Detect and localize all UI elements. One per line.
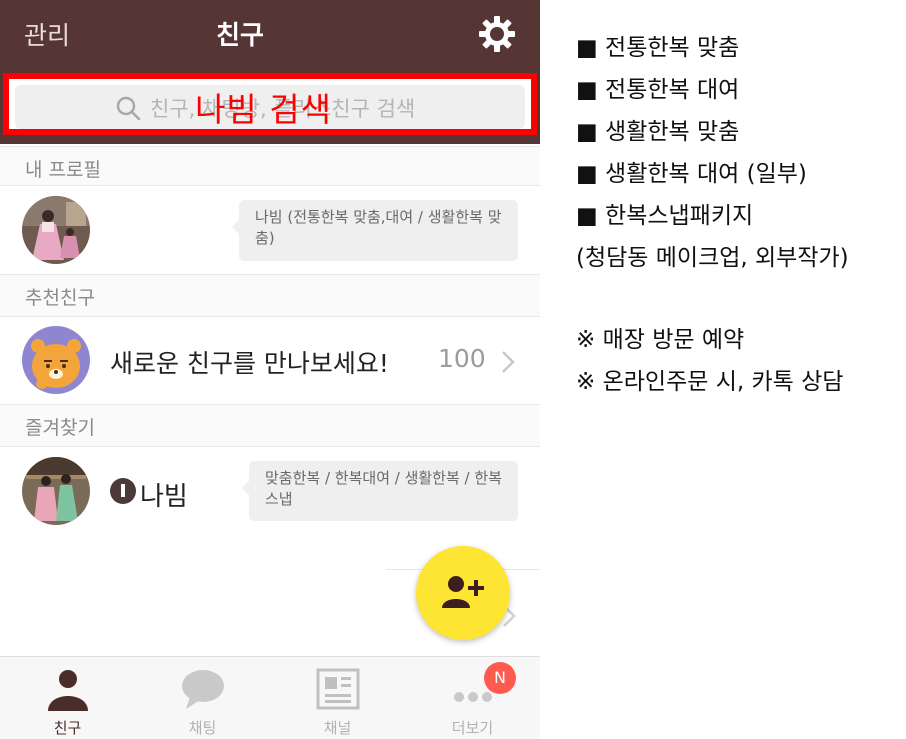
- bottom-nav: 친구 채팅 채널 더보기: [0, 656, 540, 739]
- new-badge: N: [484, 662, 516, 694]
- recommended-avatar[interactable]: [22, 326, 90, 394]
- search-overlay-label: 나빔 검색: [195, 90, 332, 129]
- plus-friend-icon: [110, 478, 136, 504]
- recommend-count: 100: [438, 344, 486, 373]
- favorite-avatar[interactable]: [22, 457, 90, 525]
- section-label: 즐겨찾기: [25, 417, 95, 439]
- service-item: ■ 생활한복 대여 (일부): [576, 161, 807, 187]
- notice-item: ※ 온라인주문 시, 카톡 상담: [576, 369, 844, 395]
- kakaotalk-friends-screen: 관리 친구 친구, 채팅방, 플러스친구 검색 나빔 검색 내 프로필 나빔 (…: [0, 0, 540, 739]
- search-input[interactable]: 친구, 채팅방, 플러스친구 검색 나빔 검색: [15, 85, 525, 129]
- chat-bubble-icon: [182, 670, 224, 709]
- section-favorites: 즐겨찾기: [0, 404, 540, 447]
- favorite-status: 맞춤한복 / 한복대여 / 생활한복 / 한복스냅: [242, 461, 518, 521]
- service-item: ■ 한복스냅패키지: [576, 203, 754, 229]
- service-item: ■ 전통한복 맞춤: [576, 35, 740, 61]
- notice-item: ※ 매장 방문 예약: [576, 327, 745, 353]
- chevron-right-icon[interactable]: [501, 350, 515, 374]
- section-label: 추천친구: [25, 287, 95, 309]
- section-recommended: 추천친구: [0, 274, 540, 317]
- tab-label: 더보기: [451, 719, 494, 737]
- favorite-name[interactable]: 나빔: [140, 476, 188, 513]
- search-area: 친구, 채팅방, 플러스친구 검색 나빔 검색: [0, 70, 540, 144]
- info-panel: ■ 전통한복 맞춤 ■ 전통한복 대여 ■ 생활한복 맞춤 ■ 생활한복 대여 …: [576, 27, 896, 403]
- service-item: ■ 생활한복 맞춤: [576, 119, 740, 145]
- channel-icon: [316, 668, 360, 710]
- add-friend-button[interactable]: [416, 546, 510, 640]
- tab-more[interactable]: 더보기: [405, 657, 540, 739]
- tab-friends[interactable]: 친구: [0, 657, 135, 739]
- gear-icon[interactable]: [477, 14, 517, 54]
- service-item: ■ 전통한복 대여: [576, 77, 740, 103]
- tab-chats[interactable]: 채팅: [135, 657, 270, 739]
- tab-label: 친구: [53, 719, 82, 737]
- recommend-friends-text[interactable]: 새로운 친구를 만나보세요!: [110, 344, 389, 380]
- person-icon: [48, 670, 88, 711]
- screen: 관리 친구 친구, 채팅방, 플러스친구 검색 나빔 검색 내 프로필 나빔 (…: [0, 0, 906, 739]
- service-note: (청담동 메이크업, 외부작가): [576, 245, 849, 271]
- tab-channel[interactable]: 채널: [270, 657, 405, 739]
- my-profile-avatar[interactable]: [22, 196, 90, 264]
- search-highlight-box: 친구, 채팅방, 플러스친구 검색 나빔 검색: [3, 73, 537, 135]
- add-friend-icon: [442, 576, 484, 608]
- tab-label: 채팅: [188, 719, 217, 737]
- section-my-profile: 내 프로필: [0, 146, 540, 186]
- top-bar: 관리 친구: [0, 0, 540, 70]
- my-profile-status: 나빔 (전통한복 맞춤,대여 / 생활한복 맞춤): [232, 200, 518, 261]
- tab-label: 채널: [323, 719, 352, 737]
- page-title: 친구: [216, 21, 264, 51]
- search-icon: [116, 96, 141, 121]
- section-label: 내 프로필: [25, 159, 101, 181]
